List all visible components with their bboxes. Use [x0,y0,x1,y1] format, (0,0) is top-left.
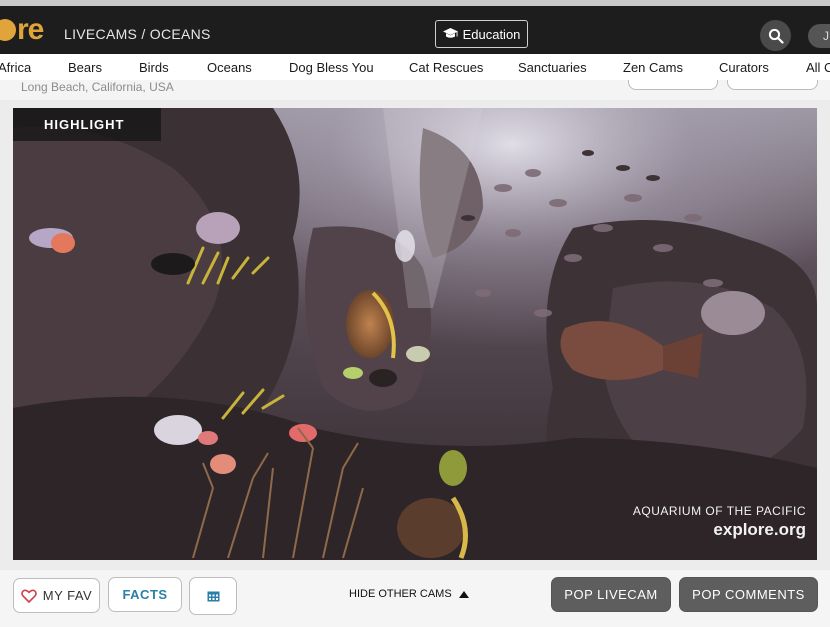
pop-comments-button[interactable]: POP COMMENTS [679,577,818,612]
watermark-explore: explore.org [713,520,806,539]
cam-location: Long Beach, California, USA [21,80,174,94]
cam-info-bar: Long Beach, California, USA [0,80,830,100]
education-button[interactable]: Education [435,20,528,48]
account-button[interactable]: J [808,24,830,48]
my-fav-label: MY FAV [42,588,93,603]
explore-logo[interactable]: re [0,12,44,48]
facts-button[interactable]: FACTS [108,577,182,612]
site-header: re LIVECAMS / OCEANS Education J [0,6,830,54]
education-label: Education [462,26,521,42]
cam-action-button-2[interactable] [727,80,818,90]
cam-action-button-1[interactable] [628,80,718,90]
search-icon [768,28,784,44]
nav-item-curators[interactable]: Curators [719,60,769,75]
nav-item-oceans[interactable]: Oceans [207,60,252,75]
pop-livecam-button[interactable]: POP LIVECAM [551,577,671,612]
highlight-badge: HIGHLIGHT [13,108,161,141]
calendar-icon [207,591,219,602]
logo-mark-icon [0,19,16,41]
nav-item-cat-rescues[interactable]: Cat Rescues [409,60,483,75]
hide-other-cams-toggle[interactable]: HIDE OTHER CAMS [349,588,469,600]
nav-item-all-cams[interactable]: All C [806,60,830,75]
my-fav-button[interactable]: MY FAV [13,578,100,613]
heart-icon [20,589,37,603]
logo-text: re [17,13,44,46]
nav-item-sanctuaries[interactable]: Sanctuaries [518,60,587,75]
search-button[interactable] [760,20,791,51]
nav-item-dog-bless-you[interactable]: Dog Bless You [289,60,374,75]
graduation-cap-icon [442,28,458,38]
nav-item-africa[interactable]: Africa [0,60,31,75]
caret-up-icon [458,590,469,598]
nav-item-zen-cams[interactable]: Zen Cams [623,60,683,75]
cam-watermark: AQUARIUM OF THE PACIFIC explore.org [633,504,806,540]
aquarium-scene [13,108,817,560]
breadcrumb[interactable]: LIVECAMS / OCEANS [64,26,211,42]
cam-controls-bar: MY FAV FACTS HIDE OTHER CAMS POP LIVECAM… [0,570,830,627]
category-nav: Africa Bears Birds Oceans Dog Bless You … [0,54,830,81]
watermark-aquarium: AQUARIUM OF THE PACIFIC [632,504,806,518]
nav-item-bears[interactable]: Bears [68,60,102,75]
livecam-video[interactable]: HIGHLIGHT AQUARIUM OF THE PACIFIC explor… [13,108,817,560]
nav-item-birds[interactable]: Birds [139,60,169,75]
hide-other-cams-label: HIDE OTHER CAMS [349,588,452,600]
calendar-button[interactable] [189,577,237,615]
